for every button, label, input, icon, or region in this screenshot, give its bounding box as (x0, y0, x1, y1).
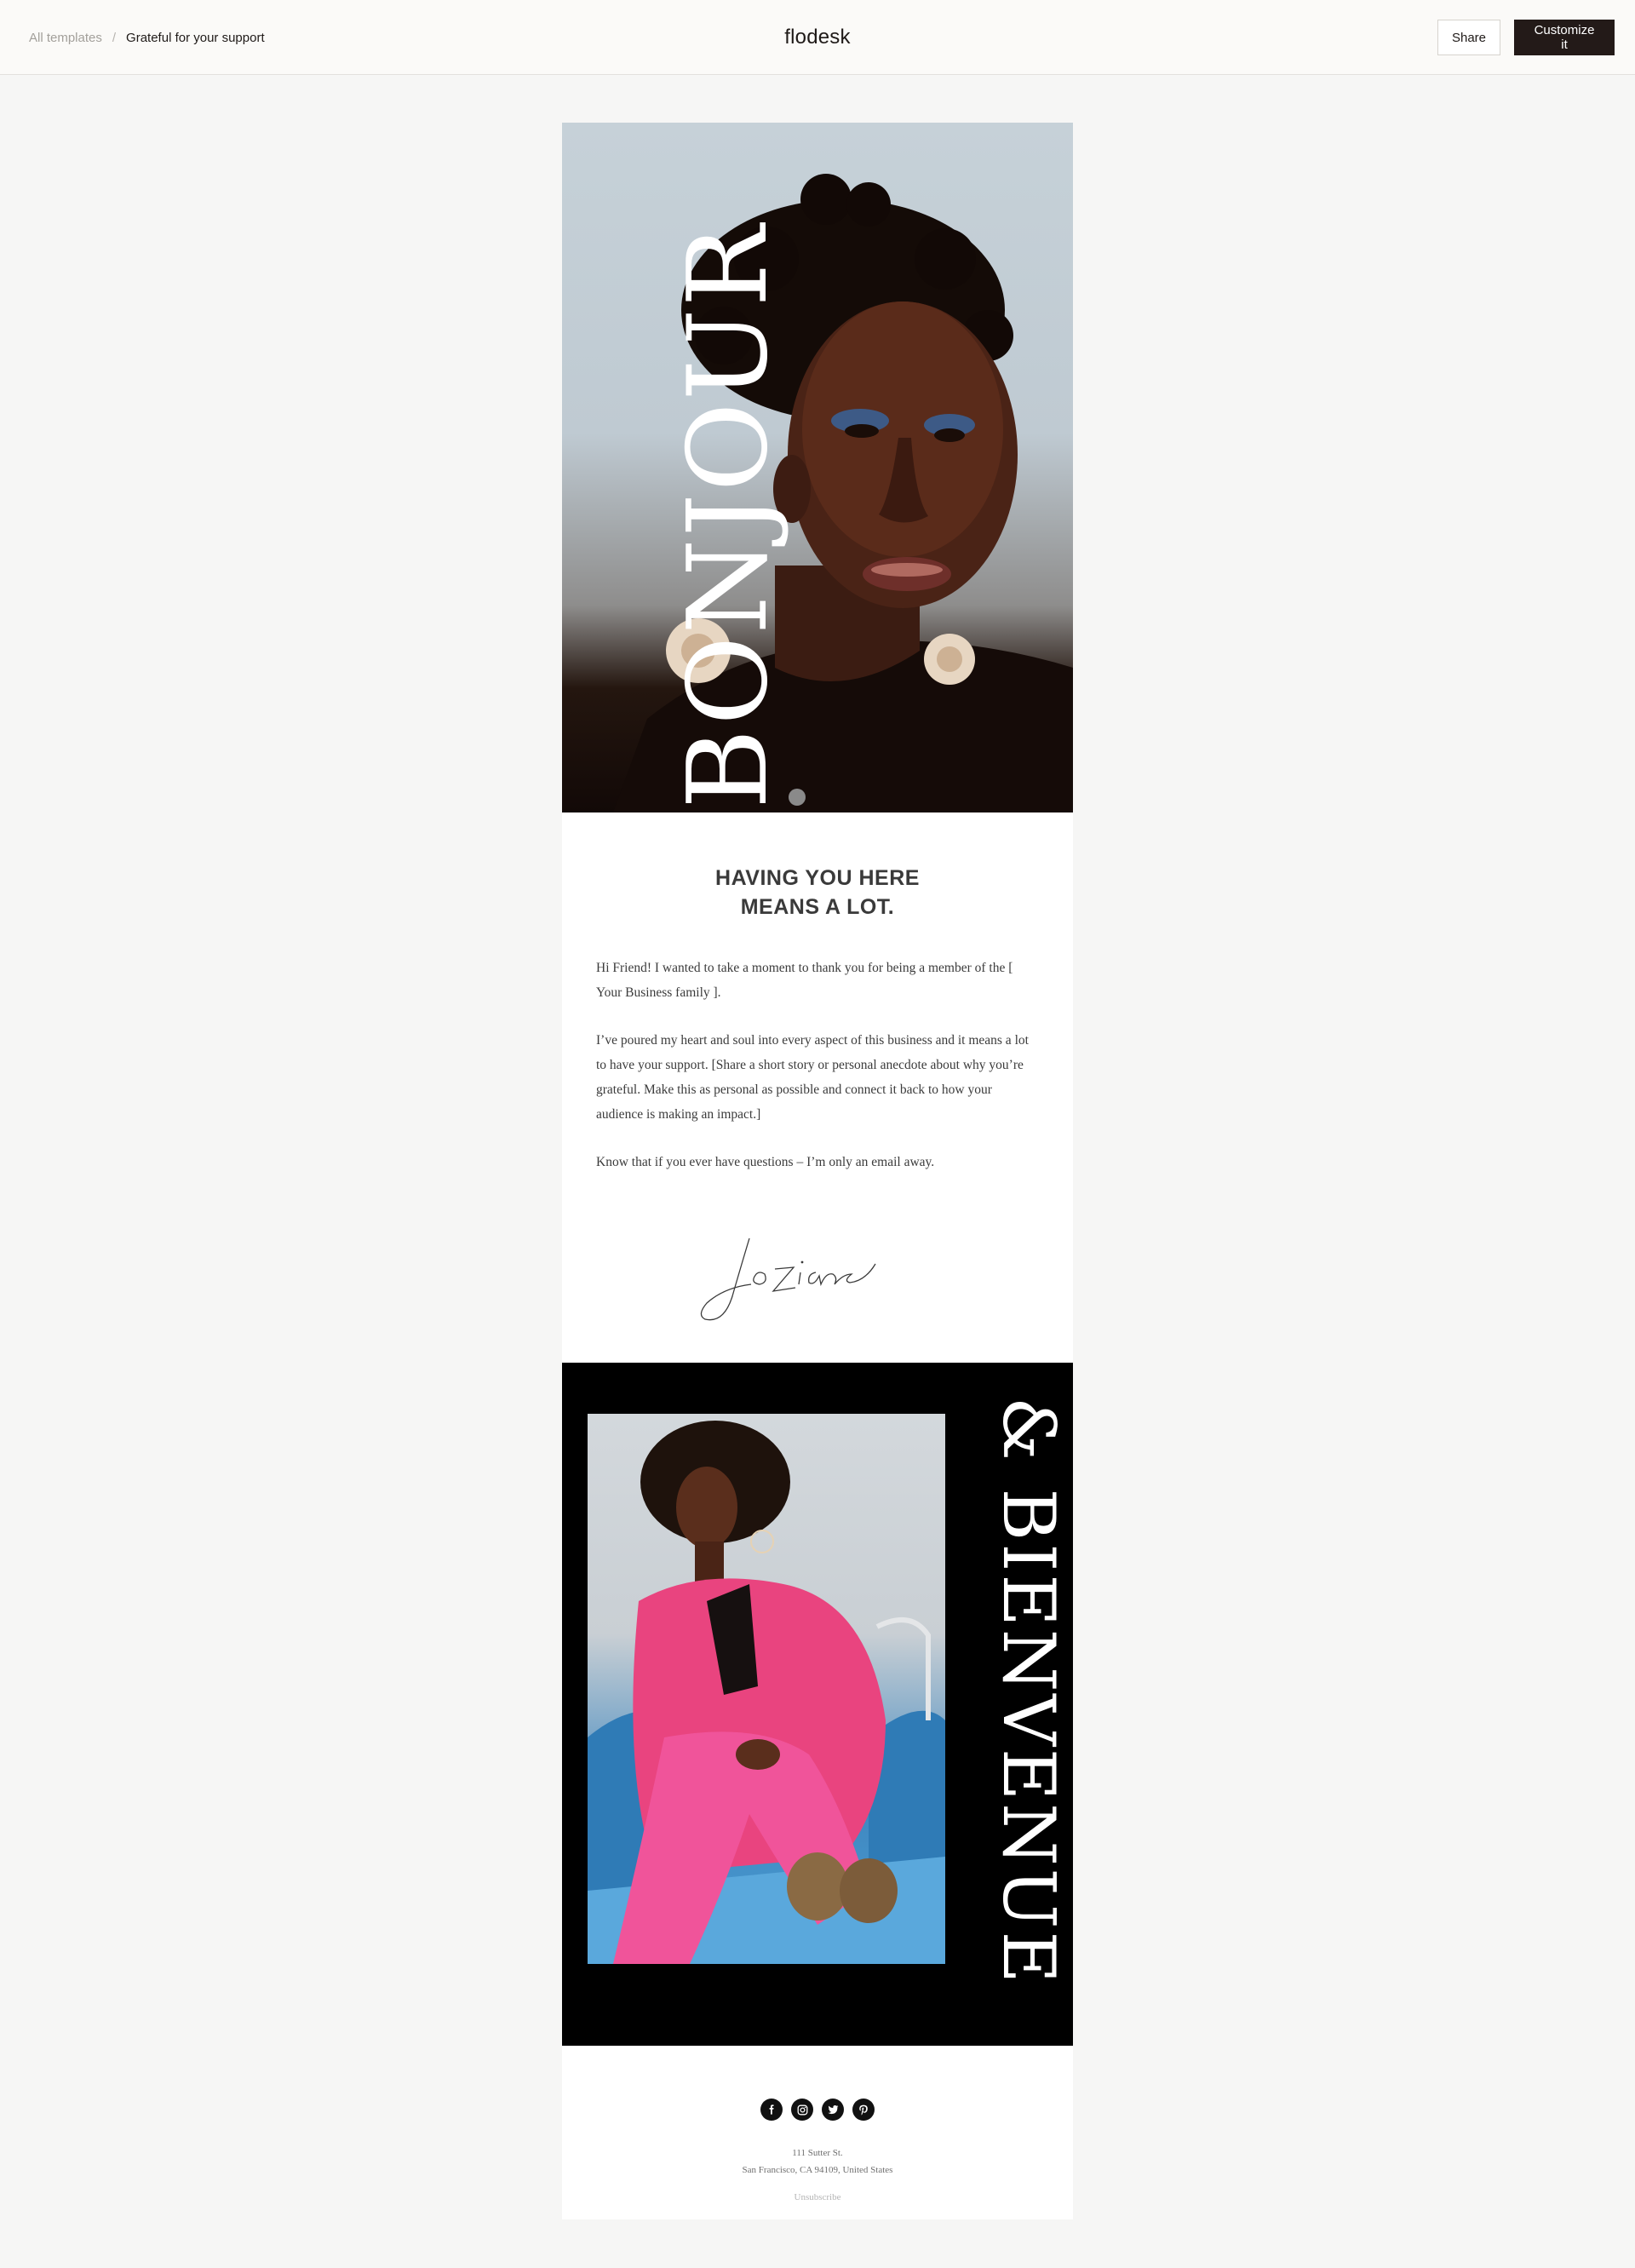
headline-line-1: HAVING YOU HERE (715, 866, 920, 890)
address-line-1: 111 Sutter St. (792, 2148, 843, 2158)
customize-button[interactable]: Customize it (1514, 20, 1615, 55)
hero-heading-bonjour: BONJOUR (665, 223, 792, 809)
pinterest-icon[interactable] (852, 2099, 875, 2121)
body-paragraph-1: Hi Friend! I wanted to take a moment to … (596, 961, 1013, 1000)
email-headline: HAVING YOU HERE MEANS A LOT. (562, 864, 1073, 922)
hero-image: BONJOUR (562, 123, 1073, 812)
unsubscribe-link[interactable]: Unsubscribe (562, 2192, 1073, 2202)
footer-address: 111 Sutter St. San Francisco, CA 94109, … (562, 2145, 1073, 2179)
share-button[interactable]: Share (1437, 20, 1500, 55)
banner-heading-bienvenue: & BIENVENUE (987, 1397, 1070, 1986)
banner-portrait-illustration (588, 1421, 945, 1964)
header-actions: Share Customize it (1437, 0, 1615, 75)
body-paragraph-2: I’ve poured my heart and soul into every… (596, 1033, 1029, 1122)
breadcrumb-all-templates[interactable]: All templates (29, 31, 102, 45)
bienvenue-banner: & BIENVENUE (562, 1363, 1073, 2046)
address-line-2: San Francisco, CA 94109, United States (742, 2165, 893, 2175)
facebook-icon[interactable] (760, 2099, 783, 2121)
banner-photo (588, 1414, 945, 1964)
email-preview: BONJOUR HAVING YOU HERE MEANS A LOT. Hi … (562, 123, 1073, 2219)
breadcrumb-current: Grateful for your support (126, 30, 265, 45)
social-links (562, 2099, 1073, 2121)
top-bar: All templates / Grateful for your suppor… (0, 0, 1635, 75)
signature-image (700, 1237, 876, 1321)
twitter-icon[interactable] (822, 2099, 844, 2121)
body-paragraph-3: Know that if you ever have questions – I… (596, 1155, 935, 1169)
breadcrumb: All templates / Grateful for your suppor… (29, 0, 265, 75)
breadcrumb-separator: / (112, 30, 117, 45)
instagram-icon[interactable] (791, 2099, 813, 2121)
hero-portrait-illustration (613, 174, 1073, 812)
headline-line-2: MEANS A LOT. (740, 895, 895, 919)
